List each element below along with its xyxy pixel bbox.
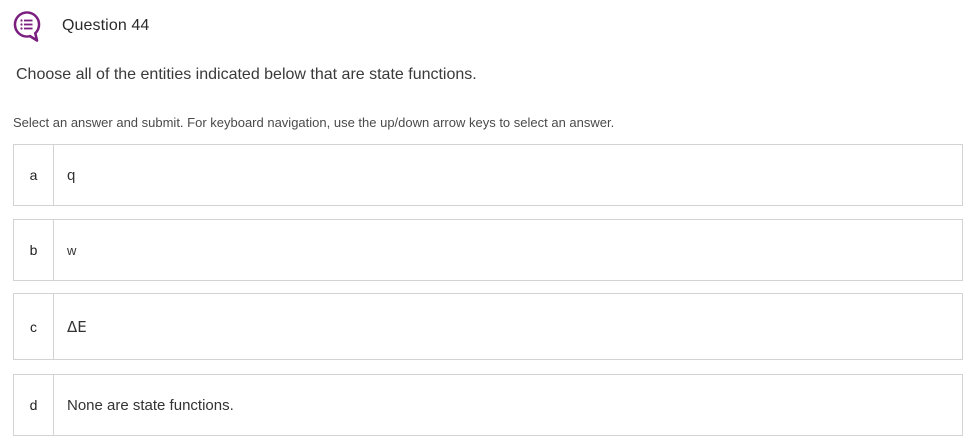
option-text: None are state functions. (67, 396, 234, 414)
question-title: Question 44 (62, 17, 150, 34)
option-text: ΔE (54, 294, 87, 359)
answer-option-b[interactable]: b w (13, 219, 963, 281)
option-letter: b (14, 220, 54, 280)
option-formula: ΔE (67, 317, 87, 336)
option-letter: a (14, 145, 54, 205)
answer-option-d[interactable]: d None are state functions. (13, 374, 963, 436)
answer-instructions: Select an answer and submit. For keyboar… (13, 115, 615, 130)
option-text: q (67, 166, 76, 184)
option-text: w (67, 242, 77, 258)
question-chat-icon (13, 11, 41, 42)
option-letter: d (14, 375, 54, 435)
answer-option-c[interactable]: c ΔE (13, 293, 963, 360)
option-letter: c (14, 294, 54, 359)
answer-option-a[interactable]: a q (13, 144, 963, 206)
question-header: Question 44 (12, 10, 149, 42)
question-prompt: Choose all of the entities indicated bel… (16, 66, 477, 83)
